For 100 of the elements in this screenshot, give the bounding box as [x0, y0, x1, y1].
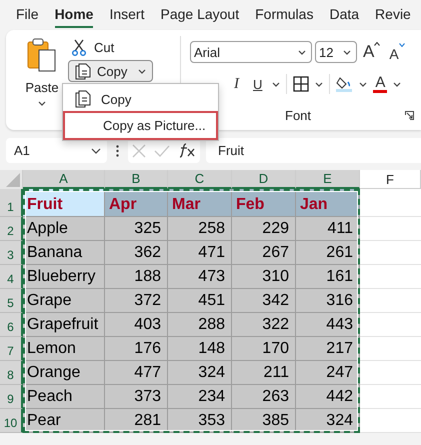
copy-icon [75, 62, 91, 80]
caret-icon[interactable] [38, 101, 46, 106]
table-cell: 258 [168, 217, 232, 241]
caret-icon[interactable] [315, 82, 324, 86]
table-cell: 316 [296, 289, 360, 313]
scissors-icon[interactable] [72, 38, 86, 56]
fill-bucket-icon[interactable] [336, 75, 354, 93]
table-cell: 247 [296, 361, 360, 385]
row-header[interactable]: 5 [0, 289, 23, 313]
table-cell: 263 [232, 385, 296, 409]
table-cell: 385 [232, 409, 296, 433]
copy-button[interactable]: Copy [68, 60, 153, 82]
caret-icon [343, 50, 351, 54]
table-cell: 281 [105, 409, 168, 433]
table-cell: 170 [232, 337, 296, 361]
up-caret-icon [374, 42, 380, 46]
column-header[interactable]: A [23, 170, 105, 189]
table-cell: 267 [232, 241, 296, 265]
table-cell: 161 [296, 265, 360, 289]
ribbon-tab[interactable]: Revie [375, 2, 411, 28]
row-header[interactable]: 9 [0, 385, 23, 409]
table-cell: 353 [168, 409, 232, 433]
caret-icon [91, 148, 101, 154]
table-cell: 310 [232, 265, 296, 289]
table-cell: Orange [23, 361, 105, 385]
table-cell: 322 [232, 313, 296, 337]
table-cell: 443 [296, 313, 360, 337]
clipboard-icon[interactable] [27, 38, 57, 72]
row-header[interactable]: 10 [0, 409, 23, 433]
table-cell: 411 [296, 217, 360, 241]
triangle-icon [6, 173, 20, 187]
table-cell: Blueberry [23, 265, 105, 289]
row-header[interactable]: 4 [0, 265, 23, 289]
down-caret-icon [398, 42, 405, 46]
caret-icon [138, 68, 146, 74]
paste-button[interactable]: Paste [25, 80, 59, 95]
menu-item[interactable]: Copy as Picture... [63, 111, 218, 140]
table-cell: 324 [168, 361, 232, 385]
menu-item[interactable]: Copy [63, 87, 218, 111]
table-cell: Apr [105, 189, 168, 217]
font-name-dropdown[interactable]: Arial [190, 41, 312, 63]
table-cell: 288 [168, 313, 232, 337]
table-cell: 471 [168, 241, 232, 265]
table-cell: 372 [105, 289, 168, 313]
table-cell: Mar [168, 189, 232, 217]
table-cell: Peach [23, 385, 105, 409]
row-header[interactable]: 2 [0, 217, 23, 241]
caret-icon[interactable] [393, 82, 402, 86]
increase-font-size-button[interactable]: A [360, 42, 384, 62]
row-header[interactable]: 3 [0, 241, 23, 265]
ribbon-tab[interactable]: Page Layout [160, 2, 240, 28]
table-cell: 217 [296, 337, 360, 361]
copy-icon [75, 90, 91, 108]
table-cell: Grapefruit [23, 313, 105, 337]
caret-icon [298, 50, 306, 54]
table-cell: 176 [105, 337, 168, 361]
column-header[interactable]: D [232, 170, 296, 189]
ribbon-tab[interactable]: Insert [109, 2, 144, 28]
ribbon-tab[interactable]: Formulas [255, 2, 314, 28]
table-cell: 477 [105, 361, 168, 385]
table-cell: 229 [232, 217, 296, 241]
table-cell: 325 [105, 217, 168, 241]
row-header[interactable]: 6 [0, 313, 23, 337]
table-cell: 148 [168, 337, 232, 361]
table-cell: 403 [105, 313, 168, 337]
column-header[interactable]: C [168, 170, 232, 189]
font-color-button[interactable]: A [373, 76, 388, 92]
ribbon-tab[interactable]: Home [54, 2, 94, 28]
dialog-launcher-icon[interactable] [405, 111, 414, 120]
italic-button[interactable]: I [230, 76, 243, 92]
borders-icon[interactable] [293, 76, 310, 92]
underline-button[interactable]: U [249, 76, 266, 92]
table-cell: Banana [23, 241, 105, 265]
ribbon-tab[interactable]: File [16, 2, 39, 28]
row-header[interactable]: 8 [0, 361, 23, 385]
caret-icon[interactable] [272, 82, 280, 86]
table-cell: 362 [105, 241, 168, 265]
table-cell: 261 [296, 241, 360, 265]
column-header[interactable]: B [105, 170, 168, 189]
formula-field[interactable]: Fruit [206, 138, 421, 163]
column-header[interactable]: F [360, 170, 421, 189]
table-cell: 473 [168, 265, 232, 289]
table-cell: Lemon [23, 337, 105, 361]
table-cell: Grape [23, 289, 105, 313]
caret-icon[interactable] [359, 82, 368, 86]
row-header[interactable]: 1 [0, 189, 23, 217]
column-header[interactable]: E [296, 170, 360, 189]
more-options-icon[interactable] [116, 144, 119, 156]
cut-button[interactable]: Cut [94, 40, 114, 54]
decrease-font-size-button[interactable]: A [386, 42, 408, 62]
table-cell: 342 [232, 289, 296, 313]
ribbon-tab[interactable]: Data [329, 2, 360, 28]
table-cell: 211 [232, 361, 296, 385]
font-size-dropdown[interactable]: 12 [315, 41, 357, 63]
table-cell: 451 [168, 289, 232, 313]
table-cell: 234 [168, 385, 232, 409]
name-box[interactable]: A1 [6, 138, 107, 163]
insert-function-icon[interactable] [178, 143, 196, 158]
table-cell: 188 [105, 265, 168, 289]
row-header[interactable]: 7 [0, 337, 23, 361]
